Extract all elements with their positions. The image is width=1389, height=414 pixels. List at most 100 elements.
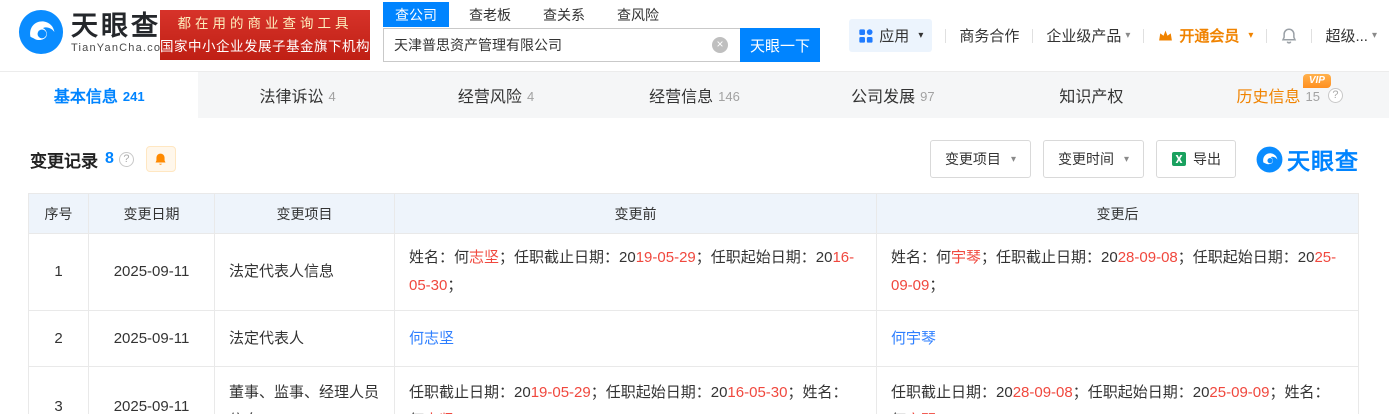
slogan-line-1: 都在用的商业查询工具 [177, 16, 353, 31]
apps-menu[interactable]: 应用 ▾ [849, 19, 933, 52]
tab-intellectual-property[interactable]: 知识产权 [992, 72, 1190, 118]
watermark-text: 天眼查 [1287, 148, 1359, 174]
logo-brand-text: 天眼查 [71, 10, 161, 41]
section-count: 8 [105, 150, 114, 167]
plain-text: 任职截止日期：20 [409, 383, 531, 401]
filter-label: 变更时间 [1057, 151, 1114, 167]
changed-text: 19-05-29 [635, 249, 696, 266]
search-tabs: 查公司 查老板 查关系 查风险 [383, 2, 820, 27]
plain-text: ；任职起始日期：20 [695, 249, 833, 266]
change-record-section: 变更记录 8 ? 变更项目 ▾ 变更时间 ▾ 导出 天眼查 序号 变更日期 变更… [0, 140, 1389, 414]
divider [1311, 28, 1313, 43]
slogan-badge: 都在用的商业查询工具 国家中小企业发展子基金旗下机构 [160, 10, 370, 60]
excel-icon [1172, 152, 1186, 166]
tab-legal-cases[interactable]: 法律诉讼 4 [198, 72, 396, 118]
tab-label: 知识产权 [1059, 89, 1124, 106]
bell-icon [155, 153, 166, 165]
tab-label: 经营风险 [457, 89, 522, 106]
tab-count: 4 [526, 88, 535, 104]
change-item-cell: 董事、监事、经理人员信息 [214, 366, 395, 414]
watermark-logo: 天眼查 [1256, 142, 1359, 176]
tab-business-info[interactable]: 经营信息 146 [595, 72, 793, 118]
notification-bell-icon[interactable] [1280, 27, 1298, 45]
apps-label: 应用 [879, 28, 910, 45]
clear-search-icon[interactable]: × [712, 37, 728, 53]
tianyancha-logo[interactable]: 天眼查 TianYanCha.com [18, 9, 172, 55]
column-header: 变更项目 [214, 193, 395, 234]
change-before-cell: 姓名：何志坚；任职截止日期：2019-05-29；任职起始日期：2016-05-… [394, 233, 877, 311]
tab-business-risk[interactable]: 经营风险 4 [397, 72, 595, 118]
help-icon[interactable]: ? [118, 151, 134, 167]
plain-text: 姓名：何 [891, 249, 952, 266]
filter-label: 变更项目 [944, 151, 1001, 167]
export-button[interactable]: 导出 [1156, 140, 1236, 178]
tianyancha-logo-icon [18, 9, 64, 55]
search-tab-1[interactable]: 查公司 [383, 2, 449, 27]
search-button[interactable]: 天眼一下 [740, 28, 820, 62]
plain-text: ；任职截止日期：20 [981, 249, 1118, 266]
change-item-cell: 法定代表人 [214, 310, 395, 367]
plain-text: 姓名：何 [409, 249, 470, 266]
table-header: 序号 变更日期 变更项目 变更前 变更后 [28, 193, 1359, 234]
tab-label: 基本信息 [53, 89, 118, 106]
subscribe-bell-button[interactable] [145, 146, 176, 172]
tab-history-info[interactable]: 历史信息 15? VIP [1191, 72, 1389, 118]
plain-text: ；任职起始日期：20 [1177, 249, 1315, 266]
change-before-cell: 任职截止日期：2019-05-29；任职起始日期：2016-05-30；姓名：何… [394, 366, 877, 414]
search-input[interactable] [383, 28, 740, 62]
business-coop-link[interactable]: 商务合作 [959, 25, 1019, 46]
help-icon[interactable]: ? [1327, 87, 1343, 103]
column-header: 变更后 [876, 193, 1359, 234]
enterprise-products-menu[interactable]: 企业级产品 ▾ [1046, 25, 1130, 46]
site-header: 天眼查 TianYanCha.com 都在用的商业查询工具 国家中小企业发展子基… [0, 0, 1389, 72]
table-body: 1 2025-09-11 法定代表人信息 姓名：何志坚；任职截止日期：2019-05-… [28, 233, 1359, 414]
plain-text: ；任职起始日期：20 [1072, 383, 1210, 401]
plain-text: ；任职截止日期：20 [499, 249, 636, 266]
chevron-down-icon: ▾ [1371, 30, 1377, 41]
enterprise-products-label: 企业级产品 [1046, 28, 1122, 45]
chevron-down-icon: ▾ [1125, 30, 1131, 41]
top-nav: 应用 ▾ 商务合作 企业级产品 ▾ 开通会员 ▾ 超级... ▾ [849, 19, 1377, 52]
search-area: 查公司查老板查关系查风险 × 天眼一下 [383, 2, 820, 62]
slogan-line-2: 国家中小企业发展子基金旗下机构 [160, 39, 370, 54]
logo-text: 天眼查 TianYanCha.com [71, 11, 172, 54]
vip-upgrade-link[interactable]: 开通会员 ▾ [1157, 25, 1253, 46]
change-record-table: 序号 变更日期 变更项目 变更前 变更后 1 2025-09-11 法定代表人信息 姓名：何志… [28, 193, 1359, 414]
row-no-cell: 2 [28, 310, 89, 367]
changed-text: 25-09-09 [1209, 383, 1270, 401]
change-date-cell: 2025-09-11 [88, 233, 215, 311]
filter-change-item-button[interactable]: 变更项目 ▾ [929, 140, 1031, 178]
plain-text: ； [447, 277, 463, 294]
search-box: × 天眼一下 [383, 28, 820, 62]
table-row: 32025-09-11董事、监事、经理人员信息任职截止日期：2019-05-29… [28, 366, 1359, 414]
section-actions: 变更项目 ▾ 变更时间 ▾ 导出 天眼查 [929, 140, 1359, 178]
change-item-cell: 法定代表人信息 [214, 233, 395, 311]
chevron-down-icon: ▾ [1248, 30, 1254, 41]
change-after-cell: 何宇琴 [876, 310, 1359, 367]
person-link[interactable]: 何宇琴 [891, 330, 936, 347]
search-tab-3[interactable]: 查关系 [531, 2, 597, 27]
section-title: 变更记录 [30, 151, 98, 171]
tianyancha-watermark-icon [1256, 146, 1283, 172]
changed-text: 宇琴 [951, 249, 982, 266]
company-tabbar: 基本信息 241 法律诉讼 4 经营风险 4 经营信息 146 公司发展 97 知识产权 历史信息 15… [0, 72, 1389, 118]
chevron-down-icon: ▾ [918, 30, 924, 41]
tab-label: 公司发展 [851, 89, 916, 106]
crown-icon [1159, 30, 1173, 41]
tab-label: 法律诉讼 [259, 89, 324, 106]
tab-basic-info[interactable]: 基本信息 241 [0, 72, 199, 118]
section-header-row: 变更记录 8 ? 变更项目 ▾ 变更时间 ▾ 导出 天眼查 [30, 140, 1359, 178]
filter-change-time-button[interactable]: 变更时间 ▾ [1042, 140, 1144, 178]
user-account-menu[interactable]: 超级... ▾ [1325, 25, 1377, 46]
person-link[interactable]: 何志坚 [409, 330, 454, 347]
table-row: 2 2025-09-11 法定代表人 何志坚 何宇琴 [28, 310, 1359, 367]
tab-company-development[interactable]: 公司发展 97 [794, 72, 992, 118]
search-tab-4[interactable]: 查风险 [605, 2, 671, 27]
table-row: 1 2025-09-11 法定代表人信息 姓名：何志坚；任职截止日期：2019-05-… [28, 233, 1359, 311]
tab-count: 4 [328, 88, 336, 104]
tab-count: 241 [122, 88, 145, 104]
plain-text: ；任职起始日期：20 [590, 383, 728, 401]
chevron-down-icon: ▾ [1123, 153, 1129, 165]
search-tab-2[interactable]: 查老板 [457, 2, 523, 27]
plain-text: 任职截止日期：20 [891, 383, 1013, 401]
